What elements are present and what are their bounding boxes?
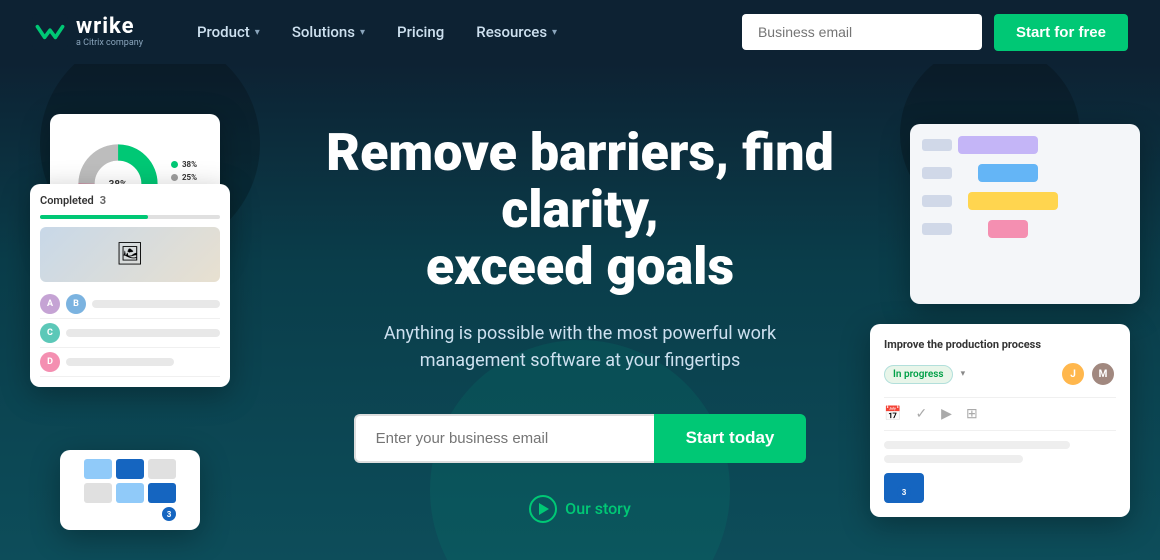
gantt-label — [922, 223, 952, 235]
production-content — [884, 441, 1116, 463]
gantt-bar-yellow — [968, 192, 1058, 210]
grid-visualization — [84, 459, 176, 503]
hero-content: Remove barriers, find clarity, exceed go… — [270, 124, 890, 523]
task-text-line — [66, 329, 220, 337]
badge: 3 — [162, 507, 176, 521]
start-for-free-button[interactable]: Start for free — [994, 14, 1128, 51]
grid-icon: ⊞ — [966, 406, 978, 422]
logo-sub: a Citrix company — [76, 38, 143, 49]
chevron-down-icon: ▾ — [360, 27, 365, 38]
gantt-label — [922, 167, 952, 179]
logo[interactable]: wrike a Citrix company — [32, 14, 143, 50]
avatar: J — [1060, 361, 1086, 387]
avatar: M — [1090, 361, 1116, 387]
grid-cell — [116, 459, 144, 479]
production-status-row: In progress ▾ J M — [884, 361, 1116, 387]
nav-right: Start for free — [742, 14, 1128, 51]
grid-cell — [84, 459, 112, 479]
task-row-2: C — [40, 319, 220, 348]
chevron-down-icon: ▾ — [552, 27, 557, 38]
play-icon — [539, 503, 549, 515]
task-row-1: A B — [40, 290, 220, 319]
nav-item-product[interactable]: Product ▾ — [183, 15, 274, 49]
progress-bar-fill — [40, 215, 148, 219]
gantt-label — [922, 195, 952, 207]
hero-title: Remove barriers, find clarity, exceed go… — [290, 124, 870, 296]
production-icons-row: 📅 ✓ ▶ ⊞ — [884, 397, 1116, 431]
check-icon: ✓ — [915, 406, 927, 422]
calendar-icon: 📅 — [884, 406, 901, 422]
grid-cell — [148, 483, 176, 503]
nav-item-solutions[interactable]: Solutions ▾ — [278, 15, 379, 49]
hero-email-input[interactable] — [354, 414, 654, 463]
badge: 3 — [897, 485, 911, 499]
nav-item-pricing[interactable]: Pricing — [383, 15, 458, 49]
navbar: wrike a Citrix company Product ▾ Solutio… — [0, 0, 1160, 64]
gantt-bar-purple — [958, 136, 1038, 154]
avatar: C — [40, 323, 60, 343]
gantt-bar-blue — [978, 164, 1038, 182]
content-line — [884, 441, 1070, 449]
status-badge[interactable]: In progress — [884, 365, 953, 384]
production-avatars: J M — [1060, 361, 1116, 387]
task-row-3: D — [40, 348, 220, 377]
completed-card: Completed 3 🖼 A B C D — [30, 184, 230, 387]
completed-count: 3 — [100, 194, 106, 207]
chevron-down-icon: ▾ — [255, 27, 260, 38]
production-card: Improve the production process In progre… — [870, 324, 1130, 517]
nav-links: Product ▾ Solutions ▾ Pricing Resources … — [183, 15, 742, 49]
chevron-down-icon: ▾ — [961, 369, 966, 379]
hero-subtitle: Anything is possible with the most power… — [370, 320, 790, 374]
play-icon: ▶ — [941, 406, 952, 422]
gantt-card — [910, 124, 1140, 304]
start-today-button[interactable]: Start today — [654, 414, 807, 463]
play-circle-icon — [529, 495, 557, 523]
task-image: 🖼 — [40, 227, 220, 282]
our-story-link[interactable]: Our story — [290, 495, 870, 523]
avatar: B — [66, 294, 86, 314]
nav-item-resources[interactable]: Resources ▾ — [462, 15, 571, 49]
gantt-bar-pink — [988, 220, 1028, 238]
nav-email-input[interactable] — [742, 14, 982, 50]
grid-widget: 3 — [884, 473, 924, 503]
grid-bottom-card: 3 — [60, 450, 200, 530]
gantt-label — [922, 139, 952, 151]
production-title: Improve the production process — [884, 338, 1116, 351]
grid-cell — [148, 459, 176, 479]
task-text-line — [66, 358, 174, 366]
grid-cell — [116, 483, 144, 503]
hero-section: 38% 38% 25% 12% 25% — [0, 64, 1160, 560]
completed-label: Completed — [40, 194, 94, 207]
hero-email-form: Start today — [290, 414, 870, 463]
grid-cell — [84, 483, 112, 503]
logo-name: wrike — [76, 16, 143, 38]
content-line — [884, 455, 1023, 463]
task-text-line — [92, 300, 220, 308]
avatar: A — [40, 294, 60, 314]
avatar: D — [40, 352, 60, 372]
